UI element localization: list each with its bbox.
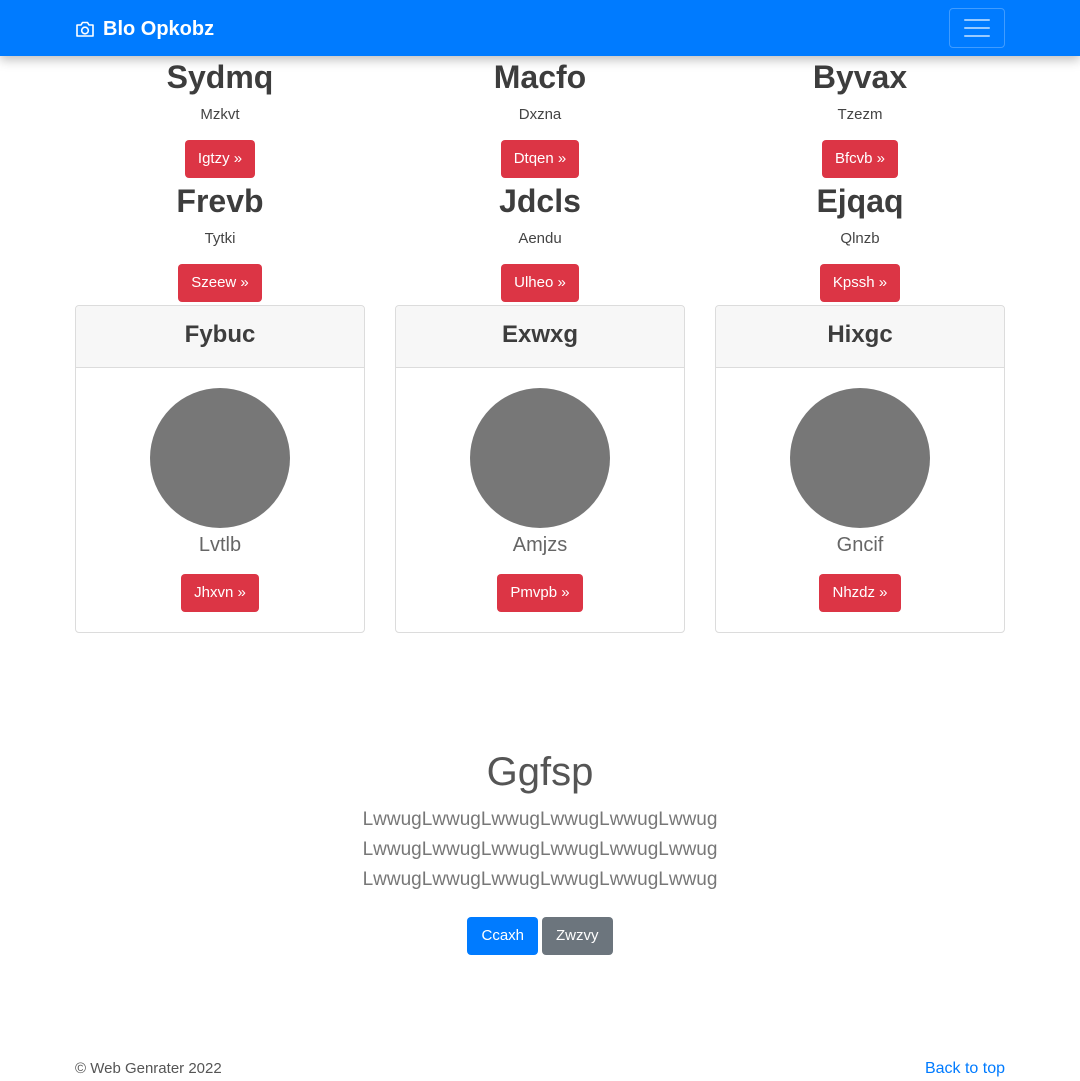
card-button[interactable]: Pmvpb »: [497, 574, 583, 612]
card-button[interactable]: Nhzdz »: [819, 574, 901, 612]
camera-icon: [75, 20, 95, 38]
feature-button[interactable]: Szeew »: [178, 264, 262, 302]
hero-line: LwwugLwwugLwwugLwwugLwwugLwwug: [362, 839, 718, 860]
brand-name: Blo Opkobz: [103, 17, 215, 40]
feature-item: Sydmq Mzkvt Igtzy »: [75, 58, 365, 178]
profile-card: Hixgc Gncif Nhzdz »: [715, 305, 1005, 633]
feature-text: Tytki: [204, 230, 236, 247]
profile-card: Fybuc Lvtlb Jhxvn »: [75, 305, 365, 633]
feature-button[interactable]: Dtqen »: [500, 140, 580, 178]
feature-text: Tzezm: [837, 106, 883, 123]
card-header: Hixgc: [716, 306, 1004, 368]
brand-link[interactable]: Blo Opkobz: [75, 16, 214, 42]
avatar: [470, 388, 610, 528]
feature-item: Frevb Tytki Szeew »: [75, 182, 365, 302]
navbar: Blo Opkobz: [0, 0, 1080, 56]
feature-title: Macfo: [493, 59, 587, 95]
hero-line: LwwugLwwugLwwugLwwugLwwugLwwug: [362, 809, 718, 830]
hero-buttons: Ccaxh Zwzvy: [0, 917, 1080, 955]
avatar: [790, 388, 930, 528]
feature-item: Byvax Tzezm Bfcvb »: [715, 58, 1005, 178]
card-header: Exwxg: [396, 306, 684, 368]
card-button[interactable]: Jhxvn »: [181, 574, 259, 612]
profile-card: Exwxg Amjzs Pmvpb »: [395, 305, 685, 633]
primary-button[interactable]: Ccaxh: [467, 917, 539, 955]
feature-text: Qlnzb: [840, 230, 880, 247]
avatar: [150, 388, 290, 528]
back-to-top-link[interactable]: Back to top: [925, 1060, 1005, 1078]
feature-button[interactable]: Igtzy »: [184, 140, 256, 178]
feature-title: Ejqaq: [816, 183, 904, 219]
feature-title: Jdcls: [499, 183, 581, 219]
feature-title: Byvax: [812, 59, 908, 95]
hamburger-icon: [964, 19, 990, 21]
hero-text: LwwugLwwugLwwugLwwugLwwugLwwug LwwugLwwu…: [0, 805, 1080, 895]
card-label: Amjzs: [512, 534, 568, 556]
feature-button[interactable]: Ulheo »: [501, 264, 579, 302]
feature-text: Dxzna: [518, 106, 562, 123]
feature-item: Ejqaq Qlnzb Kpssh »: [715, 182, 1005, 302]
feature-button[interactable]: Kpssh »: [819, 264, 901, 302]
feature-item: Macfo Dxzna Dtqen »: [395, 58, 685, 178]
feature-title: Sydmq: [166, 59, 274, 95]
navbar-toggler-button[interactable]: [949, 8, 1005, 48]
copyright-text: © Web Genrater 2022: [75, 1060, 222, 1077]
feature-text: Aendu: [518, 230, 562, 247]
feature-text: Mzkvt: [200, 106, 240, 123]
card-label: Gncif: [836, 534, 884, 556]
feature-button[interactable]: Bfcvb »: [821, 140, 899, 178]
hero-line: LwwugLwwugLwwugLwwugLwwugLwwug: [362, 869, 718, 890]
card-header: Fybuc: [76, 306, 364, 368]
hero-title: Ggfsp: [486, 750, 594, 794]
secondary-button[interactable]: Zwzvy: [542, 917, 613, 955]
feature-title: Frevb: [176, 183, 264, 219]
hero-section: Ggfsp LwwugLwwugLwwugLwwugLwwugLwwug Lww…: [0, 748, 1080, 955]
feature-item: Jdcls Aendu Ulheo »: [395, 182, 685, 302]
card-label: Lvtlb: [198, 534, 242, 556]
